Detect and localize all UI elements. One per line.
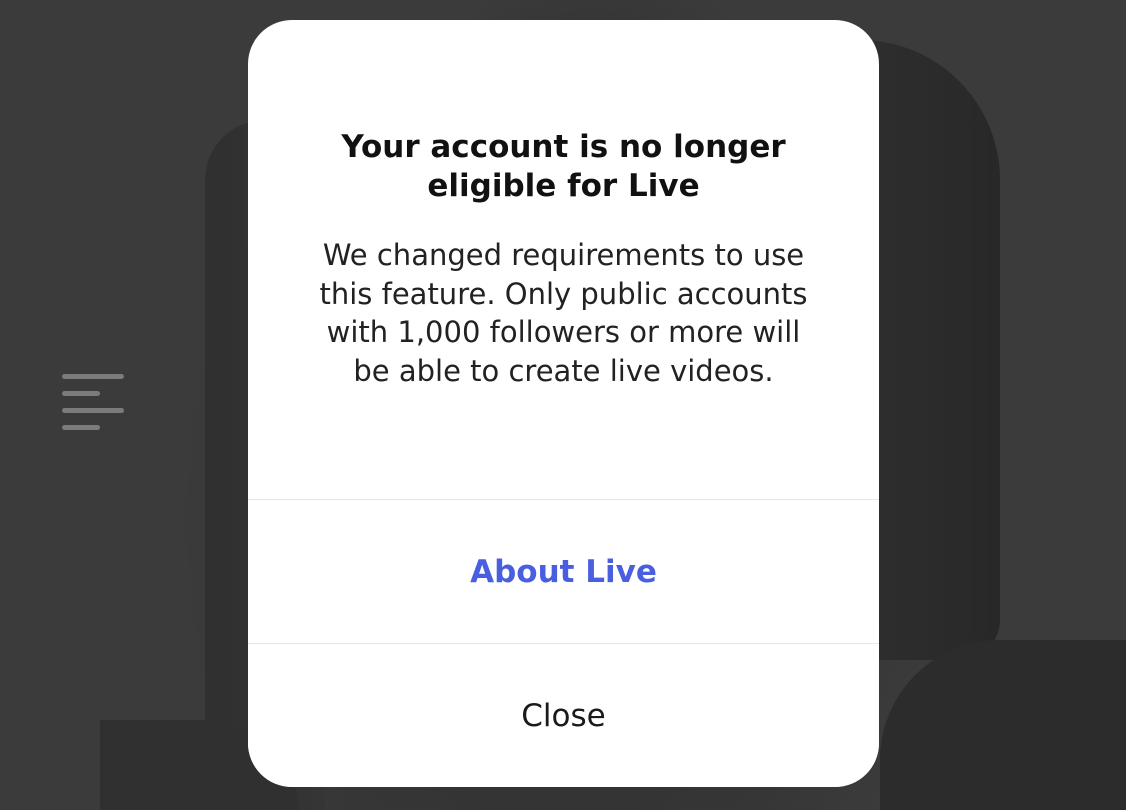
background-figure [880,640,1126,810]
live-eligibility-dialog: Your account is no longer eligible for L… [248,20,879,787]
menu-lines-icon[interactable] [62,374,124,434]
dialog-title: Your account is no longer eligible for L… [341,129,786,204]
dialog-message: We changed requirements to use this feat… [319,238,808,388]
about-live-button[interactable]: About Live [248,500,879,643]
close-button[interactable]: Close [248,644,879,787]
